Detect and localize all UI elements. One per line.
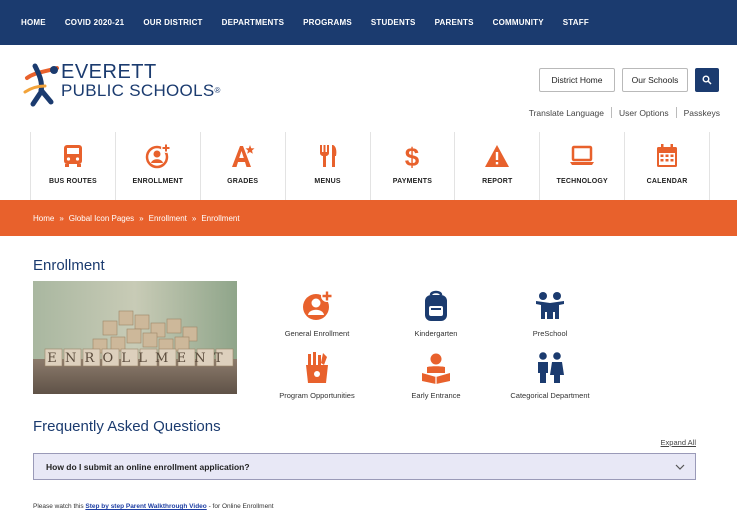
nav-home[interactable]: HOME — [21, 18, 46, 27]
breadcrumb-separator: » — [191, 213, 197, 223]
breadcrumb-enrollment[interactable]: Enrollment — [149, 214, 187, 223]
quick-link-calendar[interactable]: CALENDAR — [625, 132, 710, 200]
expand-all-link[interactable]: Expand All — [661, 438, 696, 447]
search-icon — [702, 75, 712, 85]
reading-icon — [422, 353, 450, 384]
district-home-button[interactable]: District Home — [539, 68, 615, 92]
quick-link-technology[interactable]: TECHNOLOGY — [540, 132, 626, 200]
quick-link-label: TECHNOLOGY — [556, 178, 608, 185]
quick-link-label: ENROLLMENT — [132, 178, 184, 185]
quick-link-label: REPORT — [482, 178, 513, 185]
nav-students[interactable]: STUDENTS — [371, 18, 416, 27]
laptop-icon — [570, 145, 595, 165]
faq-question-text: How do I submit an online enrollment app… — [46, 461, 250, 472]
option-early-entrance[interactable]: Early Entrance — [371, 351, 501, 400]
quick-link-enrollment[interactable]: ENROLLMENT — [116, 132, 201, 200]
option-label: Categorical Department — [510, 391, 590, 400]
breadcrumb-global-icon-pages[interactable]: Global Icon Pages — [69, 214, 134, 223]
nav-programs[interactable]: PROGRAMS — [303, 18, 352, 27]
quick-link-payments[interactable]: $ PAYMENTS — [371, 132, 456, 200]
option-categorical-department[interactable]: Categorical Department — [485, 351, 615, 400]
note-prefix: Please watch this — [33, 503, 84, 510]
nav-departments[interactable]: DEPARTMENTS — [222, 18, 285, 27]
logo-figure-icon — [23, 63, 59, 107]
nav-our-district[interactable]: OUR DISTRICT — [143, 18, 202, 27]
logo-line-2: PUBLIC SCHOOLS® — [61, 81, 221, 100]
quick-link-label: PAYMENTS — [392, 178, 433, 185]
walkthrough-video-link[interactable]: Step by step Parent Walkthrough Video — [85, 503, 206, 510]
dollar-icon: $ — [405, 142, 420, 170]
utensils-icon — [319, 145, 336, 167]
quick-link-menus[interactable]: MENUS — [286, 132, 371, 200]
walkthrough-note: Please watch this Step by step Parent Wa… — [33, 503, 274, 510]
breadcrumb-current: Enrollment — [201, 213, 240, 223]
breadcrumb-separator: » — [59, 213, 64, 223]
children-icon — [536, 292, 564, 319]
nav-staff[interactable]: STAFF — [563, 18, 589, 27]
divider — [611, 107, 613, 118]
option-label: Program Opportunities — [279, 391, 355, 400]
logo-line-1: EVERETT — [61, 61, 157, 83]
option-kindergarten[interactable]: Kindergarten — [371, 289, 501, 338]
option-label: Early Entrance — [411, 391, 461, 400]
breadcrumb: Home » Global Icon Pages » Enrollment » … — [0, 200, 737, 236]
nav-community[interactable]: COMMUNITY — [493, 18, 544, 27]
quick-link-grades[interactable]: GRADES — [201, 132, 286, 200]
our-schools-button[interactable]: Our Schools — [622, 68, 688, 92]
option-label: General Enrollment — [284, 329, 350, 338]
option-label: Kindergarten — [414, 329, 458, 338]
svg-text:$: $ — [405, 142, 420, 170]
nav-parents[interactable]: PARENTS — [435, 18, 474, 27]
breadcrumb-separator: » — [139, 213, 144, 223]
calendar-icon — [657, 144, 678, 167]
translate-language-link[interactable]: Translate Language — [529, 108, 604, 118]
art-supplies-icon — [306, 352, 328, 383]
photo-enrollment-text: ENROLLMENT — [47, 351, 230, 366]
bus-icon — [63, 145, 82, 167]
enrollment-photo: ENROLLMENT — [33, 281, 237, 394]
quick-link-report[interactable]: REPORT — [455, 132, 541, 200]
utility-links: Translate Language User Options Passkeys — [529, 107, 720, 118]
option-general-enrollment[interactable]: General Enrollment — [252, 289, 382, 338]
option-label: PreSchool — [532, 329, 568, 338]
faq-question-accordion[interactable]: How do I submit an online enrollment app… — [33, 453, 696, 480]
enrollment-icon — [303, 290, 333, 320]
quick-link-label: CALENDAR — [646, 178, 688, 185]
enrollment-icon — [145, 143, 171, 169]
family-icon — [538, 352, 564, 383]
quick-link-label: GRADES — [227, 178, 259, 185]
search-button[interactable] — [695, 68, 719, 92]
district-logo[interactable]: EVERETT PUBLIC SCHOOLS® — [21, 62, 241, 110]
note-suffix: - for Online Enrollment — [208, 503, 274, 510]
page-title: Enrollment — [33, 257, 105, 274]
breadcrumb-home[interactable]: Home — [33, 214, 54, 223]
option-preschool[interactable]: PreSchool — [485, 289, 615, 338]
nav-covid[interactable]: COVID 2020-21 — [65, 18, 125, 27]
quick-link-label: BUS ROUTES — [48, 178, 97, 185]
top-navigation: HOME COVID 2020-21 OUR DISTRICT DEPARTME… — [0, 0, 737, 45]
passkeys-link[interactable]: Passkeys — [684, 108, 720, 118]
divider — [675, 107, 677, 118]
grades-icon — [231, 145, 255, 167]
option-program-opportunities[interactable]: Program Opportunities — [252, 351, 382, 400]
warning-icon — [485, 145, 510, 167]
quick-link-label: MENUS — [314, 178, 341, 185]
quick-links-bar: BUS ROUTES ENROLLMENT GRADES MENUS $ PAY… — [30, 132, 710, 200]
chevron-down-icon — [675, 464, 685, 470]
faq-heading: Frequently Asked Questions — [33, 418, 221, 435]
backpack-icon — [425, 290, 447, 321]
quick-link-bus-routes[interactable]: BUS ROUTES — [31, 132, 116, 200]
user-options-link[interactable]: User Options — [619, 108, 669, 118]
